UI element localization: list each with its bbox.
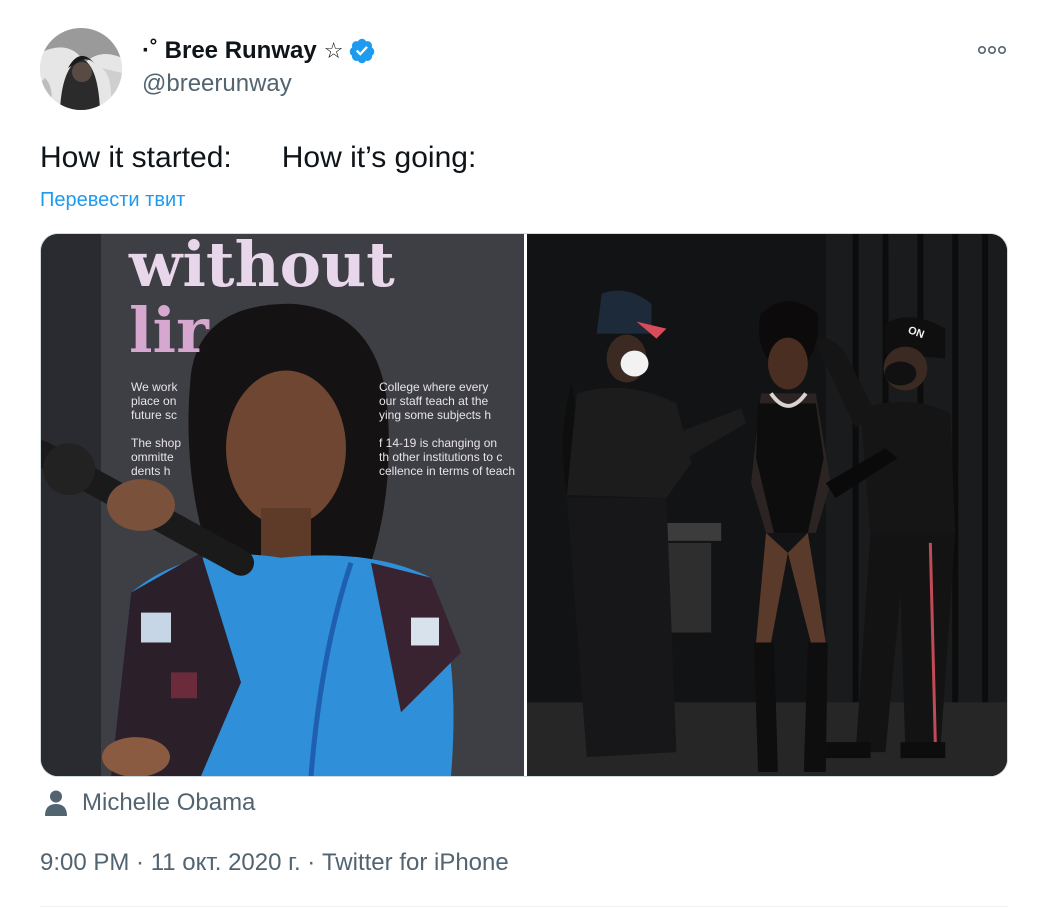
profile-photo xyxy=(40,28,122,110)
photo-left[interactable]: without lir We work place on future sc T… xyxy=(41,234,524,776)
media-grid: without lir We work place on future sc T… xyxy=(40,233,1008,777)
tweet-source[interactable]: Twitter for iPhone xyxy=(322,849,509,876)
meta-separator: · xyxy=(300,849,322,876)
translate-tweet-link[interactable]: Перевести твит xyxy=(40,189,185,212)
tagged-person-name[interactable]: Michelle Obama xyxy=(82,789,255,817)
photo-right[interactable]: ON xyxy=(527,234,1007,776)
photo-left-image xyxy=(41,234,524,776)
avatar[interactable] xyxy=(40,28,122,110)
person-icon xyxy=(44,789,68,817)
meta-separator: · xyxy=(129,849,151,876)
tweet-meta: 9:00 PM · 11 окт. 2020 г. · Twitter for … xyxy=(40,849,509,877)
verified-badge-icon xyxy=(348,37,376,65)
sign-word-partial: lir xyxy=(129,294,209,367)
star-icon: ☆ xyxy=(323,38,344,63)
sign-word-without: without xyxy=(129,234,395,301)
sign-text-left: We work place on future sc The shop ommi… xyxy=(131,380,182,478)
divider xyxy=(40,906,1008,907)
tweet-date[interactable]: 11 окт. 2020 г. xyxy=(151,849,301,876)
tweet-time[interactable]: 9:00 PM xyxy=(40,849,129,876)
author-display-name[interactable]: ·˚ Bree Runway xyxy=(142,37,317,65)
tagged-person[interactable]: Michelle Obama xyxy=(44,789,255,817)
author-handle[interactable]: @breerunway xyxy=(142,70,292,98)
tweet-text: How it started: How it’s going: xyxy=(40,141,477,174)
author-name-row[interactable]: ·˚ Bree Runway ☆ xyxy=(142,34,376,68)
more-icon[interactable] xyxy=(974,38,1010,62)
sign-text-right: College where every our staff teach at t… xyxy=(379,380,516,478)
photo-right-image: ON xyxy=(527,234,1007,776)
